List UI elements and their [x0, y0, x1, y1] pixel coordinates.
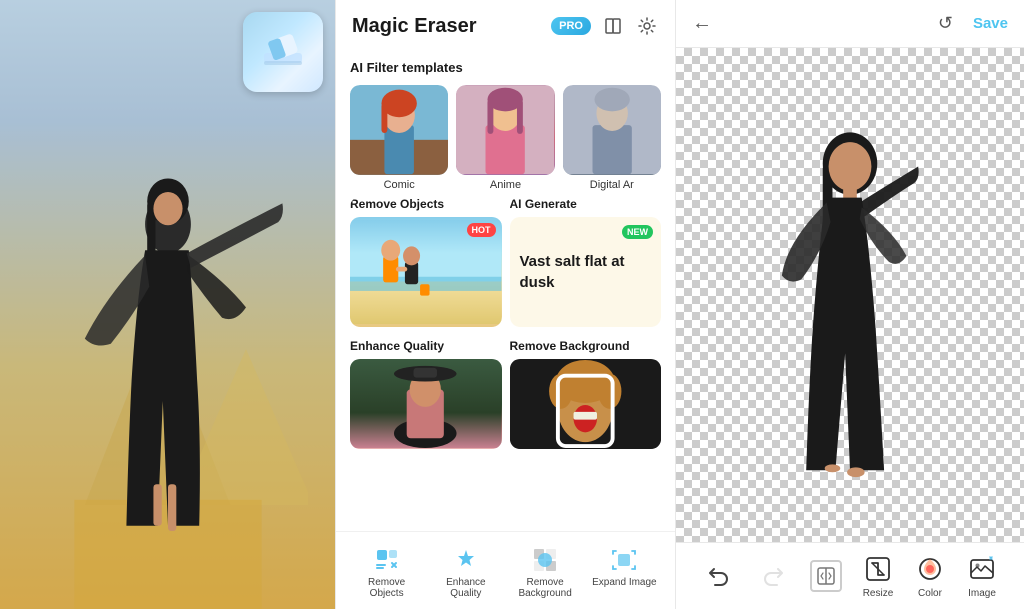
remove-objects-label: Remove Objects: [350, 197, 502, 211]
remove-background-icon: [531, 546, 559, 574]
bottom-toolbar: RemoveObjects EnhanceQuality RemoveBac: [336, 531, 675, 609]
image-label: Image: [968, 588, 996, 599]
toolbar-remove-objects[interactable]: RemoveObjects: [350, 542, 423, 603]
resize-icon: [862, 553, 894, 585]
cutout-figure: [780, 110, 920, 480]
hot-badge: HOT: [467, 223, 496, 237]
enhance-quality-feature[interactable]: Enhance Quality: [350, 339, 502, 449]
compare-button[interactable]: [810, 560, 842, 592]
editor-canvas: [676, 48, 1024, 542]
editor-toolbar: Resize Color Im: [676, 542, 1024, 609]
redo-button[interactable]: [758, 560, 790, 592]
resize-label: Resize: [863, 588, 894, 599]
beach-preview: HOT: [350, 217, 502, 327]
ai-generate-card[interactable]: AI Generate NEW Vast salt flat at dusk: [510, 197, 662, 327]
new-badge: NEW: [622, 225, 653, 239]
ai-filter-row: Comic Anime: [350, 85, 661, 193]
digital-art-label: Digital Ar: [563, 179, 661, 193]
remove-bg-label: Remove Background: [510, 339, 662, 353]
comic-preview: [350, 85, 448, 175]
toolbar-expand-label: Expand Image: [592, 577, 657, 588]
color-tool[interactable]: Color: [914, 553, 946, 599]
toolbar-remove-background[interactable]: RemoveBackground: [509, 542, 582, 603]
remove-bg-preview: [510, 359, 662, 449]
ai-generate-label: AI Generate: [510, 197, 662, 211]
toolbar-enhance-quality[interactable]: EnhanceQuality: [429, 542, 502, 603]
remove-objects-icon: [373, 546, 401, 574]
refresh-button[interactable]: ↺: [938, 13, 953, 34]
settings-icon[interactable]: [635, 14, 659, 38]
comic-label: Comic: [350, 179, 448, 193]
undo-button[interactable]: [702, 560, 734, 592]
ai-filter-section-title: AI Filter templates: [350, 60, 661, 75]
digital-art-preview: [563, 85, 661, 175]
feature-menu-panel: Magic Eraser PRO AI Filter templates: [335, 0, 676, 609]
filter-card-digital-art[interactable]: Digital Ar: [563, 85, 661, 193]
toolbar-expand-image[interactable]: Expand Image: [588, 542, 661, 603]
app-icon[interactable]: [243, 12, 323, 92]
ai-generate-preview: NEW Vast salt flat at dusk: [510, 217, 662, 327]
menu-title: Magic Eraser: [352, 15, 541, 38]
color-label: Color: [918, 588, 942, 599]
toolbar-remove-bg-label: RemoveBackground: [518, 577, 571, 599]
pro-badge[interactable]: PRO: [551, 17, 591, 35]
enhance-preview: [350, 359, 502, 449]
editor-header: ← ↺ Save: [676, 0, 1024, 48]
bottom-features-row: Enhance Quality: [350, 339, 661, 449]
save-button[interactable]: Save: [973, 15, 1008, 32]
menu-header: Magic Eraser PRO: [336, 0, 675, 48]
editor-panel: ← ↺ Save: [676, 0, 1024, 609]
undo-redo-group: [702, 560, 790, 592]
enhance-quality-label: Enhance Quality: [350, 339, 502, 353]
back-button[interactable]: ←: [692, 12, 712, 35]
toolbar-remove-objects-label: RemoveObjects: [368, 577, 405, 599]
image-tool[interactable]: Image: [966, 553, 998, 599]
enhance-quality-icon: [452, 546, 480, 574]
anime-preview: [456, 85, 554, 175]
photo-figure: [28, 89, 308, 609]
remove-bg-feature[interactable]: Remove Background: [510, 339, 662, 449]
expand-image-icon: [610, 546, 638, 574]
remove-objects-card[interactable]: Remove Objects HOT: [350, 197, 502, 327]
ai-generate-prompt: Vast salt flat at dusk: [520, 251, 652, 293]
resize-tool[interactable]: Resize: [862, 553, 894, 599]
book-icon[interactable]: [601, 14, 625, 38]
filter-card-anime[interactable]: Anime: [456, 85, 554, 193]
photo-panel: [0, 0, 335, 609]
toolbar-enhance-label: EnhanceQuality: [446, 577, 485, 599]
color-icon: [914, 553, 946, 585]
mid-features-row: Remove Objects HOT: [350, 197, 661, 327]
anime-label: Anime: [456, 179, 554, 193]
filter-card-comic[interactable]: Comic: [350, 85, 448, 193]
menu-scroll: AI Filter templates: [336, 48, 675, 531]
image-icon: [966, 553, 998, 585]
